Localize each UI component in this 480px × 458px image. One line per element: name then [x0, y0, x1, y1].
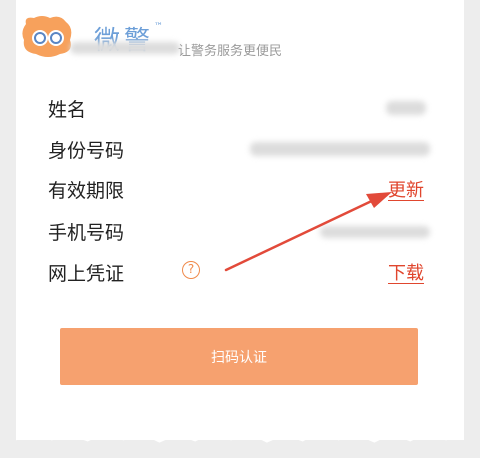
- row-name: 姓名: [32, 93, 432, 123]
- download-link[interactable]: 下载: [388, 259, 424, 285]
- name-value-redacted: [386, 101, 426, 115]
- row-validity: 有效期限 更新: [32, 174, 432, 204]
- row-phone: 手机号码: [32, 216, 432, 246]
- row-label-id-number: 身份号码: [48, 140, 125, 162]
- help-icon[interactable]: ?: [182, 261, 200, 279]
- row-label-phone: 手机号码: [48, 222, 125, 244]
- row-label-validity: 有效期限: [48, 180, 125, 202]
- phone-value-redacted: [320, 226, 430, 238]
- row-id-number: 身份号码: [32, 134, 432, 164]
- logo-icon: [22, 16, 72, 57]
- slogan: 让警务服务更便民: [178, 44, 283, 59]
- row-online-credential: 网上凭证 ? 下载: [32, 257, 432, 287]
- header-redaction: [70, 42, 180, 54]
- row-label-name: 姓名: [48, 99, 87, 121]
- id-value-redacted: [250, 142, 430, 156]
- renew-link[interactable]: 更新: [388, 176, 424, 202]
- row-label-online-credential: 网上凭证: [48, 263, 125, 285]
- header: 微警™ 让警务服务更便民: [18, 10, 458, 60]
- scan-verify-button[interactable]: 扫码认证: [60, 328, 418, 385]
